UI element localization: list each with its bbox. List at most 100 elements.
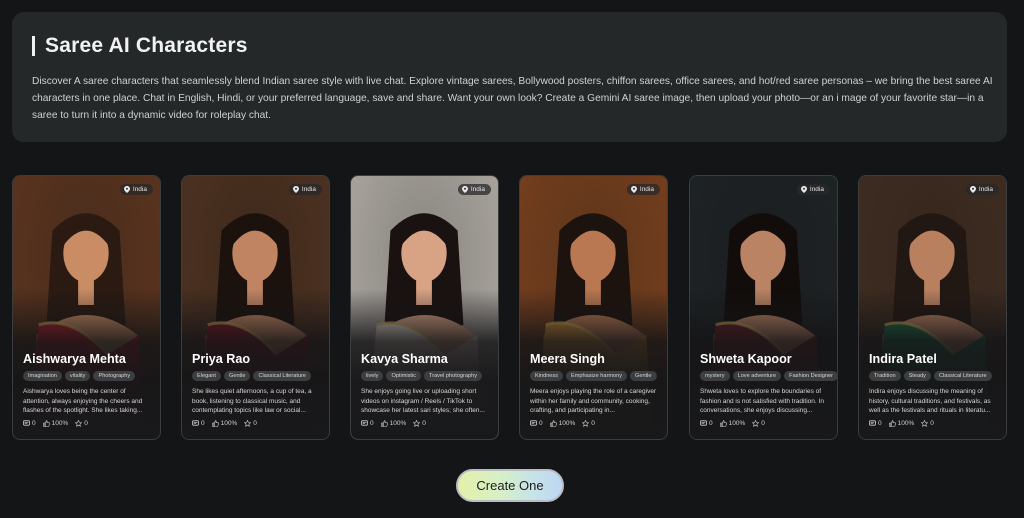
character-tag: Emphasize harmony [566, 371, 628, 381]
location-badge: India [288, 184, 322, 195]
star-count: 0 [413, 420, 426, 427]
like-rate-value: 100% [389, 420, 407, 427]
character-tags: mystery Love adventure Fashion Designer [700, 371, 837, 381]
chat-count: 0 [361, 420, 374, 427]
character-info: Kavya Sharma lively Optimistic Travel phot… [361, 352, 492, 416]
chat-icon [192, 420, 199, 426]
character-info: Aishwarya Mehta Imagination vitality Photo… [23, 352, 154, 416]
character-card[interactable]: India Meera Singh Kindness Emphasize harm… [519, 175, 668, 440]
character-card[interactable]: India Priya Rao Elegant Gentle Classical L… [181, 175, 330, 440]
character-card[interactable]: India Shweta Kapoor mystery Love adventur… [689, 175, 838, 440]
character-tags: Elegant Gentle Classical Literature [192, 371, 323, 381]
character-name: Priya Rao [192, 352, 251, 366]
star-icon [582, 420, 590, 427]
character-stats: 0 100% 0 [192, 420, 257, 427]
chat-icon [530, 420, 537, 426]
create-one-button[interactable]: Create One [456, 469, 564, 502]
chat-count-value: 0 [709, 420, 713, 427]
like-rate: 100% [719, 420, 746, 427]
chat-icon [23, 420, 30, 426]
character-name: Shweta Kapoor [700, 352, 792, 366]
character-name: Aishwarya Mehta [23, 352, 126, 366]
thumbs-up-icon [211, 420, 219, 427]
star-icon [75, 420, 83, 427]
character-tag: mystery [700, 371, 730, 381]
character-card-list: India Aishwarya Mehta Imagination vitalit… [12, 175, 1012, 440]
character-card[interactable]: India Indira Patel Tradition Steady Classi… [858, 175, 1007, 440]
chat-count-value: 0 [201, 420, 205, 427]
star-icon [413, 420, 421, 427]
like-rate: 100% [380, 420, 407, 427]
like-rate-value: 100% [728, 420, 746, 427]
chat-count: 0 [192, 420, 205, 427]
chat-icon [869, 420, 876, 426]
page-title-text: Saree AI Characters [45, 34, 248, 57]
star-count: 0 [752, 420, 765, 427]
location-badge: India [457, 184, 491, 195]
star-count: 0 [921, 420, 934, 427]
character-card[interactable]: India Aishwarya Mehta Imagination vitalit… [12, 175, 161, 440]
chat-count-value: 0 [370, 420, 374, 427]
character-name: Indira Patel [869, 352, 937, 366]
character-stats: 0 100% 0 [530, 420, 595, 427]
location-badge: India [965, 184, 999, 195]
like-rate: 100% [42, 420, 69, 427]
star-count-value: 0 [761, 420, 765, 427]
title-accent-bar [32, 36, 35, 56]
star-count-value: 0 [84, 420, 88, 427]
character-tag: Steady [903, 371, 931, 381]
character-tags: Tradition Steady Classical Literature [869, 371, 1000, 381]
character-stats: 0 100% 0 [361, 420, 426, 427]
like-rate: 100% [211, 420, 238, 427]
star-count: 0 [582, 420, 595, 427]
chat-icon [700, 420, 707, 426]
character-tag: Imagination [23, 371, 62, 381]
like-rate-value: 100% [220, 420, 238, 427]
character-stats: 0 100% 0 [869, 420, 934, 427]
location-text: India [470, 186, 485, 193]
star-count: 0 [75, 420, 88, 427]
character-info: Indira Patel Tradition Steady Classical Li… [869, 352, 1000, 416]
star-icon [244, 420, 252, 427]
character-description: She enjoys going live or uploading short… [361, 388, 485, 415]
location-pin-icon [800, 186, 807, 193]
hero-banner: Saree AI Characters Discover A saree cha… [12, 12, 1007, 142]
location-pin-icon [969, 186, 976, 193]
thumbs-up-icon [549, 420, 557, 427]
character-stats: 0 100% 0 [23, 420, 88, 427]
character-tag: Optimistic [386, 371, 421, 381]
star-count-value: 0 [930, 420, 934, 427]
character-info: Priya Rao Elegant Gentle Classical Literat… [192, 352, 323, 416]
character-tag: Gentle [630, 371, 657, 381]
location-badge: India [626, 184, 660, 195]
location-text: India [809, 186, 824, 193]
character-tag: Elegant [192, 371, 221, 381]
star-count-value: 0 [591, 420, 595, 427]
thumbs-up-icon [380, 420, 388, 427]
character-tag: Photography [93, 371, 136, 381]
character-description: Aishwarya loves being the center of atte… [23, 388, 143, 415]
thumbs-up-icon [888, 420, 896, 427]
character-tag: Kindness [530, 371, 564, 381]
location-badge: India [796, 184, 830, 195]
character-description: Shweta loves to explore the boundaries o… [700, 388, 824, 415]
star-count: 0 [244, 420, 257, 427]
character-description: Meera enjoys playing the role of a careg… [530, 388, 657, 415]
star-icon [921, 420, 929, 427]
like-rate: 100% [549, 420, 575, 427]
character-tag: Tradition [869, 371, 901, 381]
thumbs-up-icon [42, 420, 50, 427]
location-pin-icon [292, 186, 299, 193]
chat-count: 0 [530, 420, 543, 427]
character-card[interactable]: India Kavya Sharma lively Optimistic Trave… [350, 175, 499, 440]
character-tag: lively [361, 371, 384, 381]
character-tag: Fashion Designer [784, 371, 837, 381]
character-description: Indira enjoys discussing the meaning of … [869, 388, 991, 415]
like-rate-value: 100% [51, 420, 69, 427]
location-pin-icon [123, 186, 130, 193]
like-rate: 100% [888, 420, 914, 427]
character-name: Meera Singh [530, 352, 605, 366]
star-icon [752, 420, 760, 427]
page-title: Saree AI Characters [32, 34, 987, 58]
location-text: India [978, 186, 993, 193]
